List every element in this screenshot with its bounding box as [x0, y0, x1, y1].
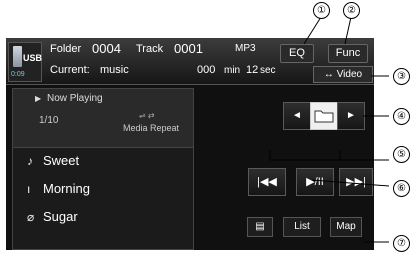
list-button[interactable]: List — [283, 217, 321, 237]
folder-prev-button[interactable]: ◄ — [283, 102, 311, 130]
folder-icon — [314, 110, 334, 123]
callout-6: ⑥ — [393, 180, 410, 197]
folder-icon-button — [310, 102, 338, 130]
folder-number: 0004 — [92, 41, 121, 56]
callout-7: ⑦ — [393, 235, 410, 252]
track-list-panel: ▶ Now Playing 1/10 ⇌ ⇄ Media Repeat ♪ Swe… — [12, 88, 194, 250]
folder-next-button[interactable]: ► — [337, 102, 365, 130]
prev-track-button[interactable]: |◀◀ — [248, 168, 286, 196]
next-track-button[interactable]: ▶▶| — [339, 168, 373, 196]
source-label: USB — [23, 53, 43, 63]
list-item-label: Morning — [43, 181, 90, 196]
play-triangle-icon: ▶ — [35, 94, 42, 103]
callout-2: ② — [343, 2, 360, 19]
play-pause-icon: ▶/II — [306, 176, 324, 188]
elapsed-badge: 0:09 — [11, 71, 25, 78]
callout-4: ④ — [393, 108, 410, 125]
person-icon: ı — [27, 182, 31, 196]
arrow-right-icon: ► — [346, 110, 356, 121]
usb-stick-icon — [13, 46, 22, 67]
format-label: MP3 — [235, 43, 256, 54]
usb-source-badge: USB 0:09 — [8, 42, 42, 82]
list-item-label: Sweet — [43, 153, 80, 168]
eq-button[interactable]: EQ — [280, 44, 314, 63]
music-note-icon: ♪ — [27, 154, 33, 168]
callout-3: ③ — [393, 68, 410, 85]
disc-icon: ⌀ — [27, 210, 35, 224]
repeat-icon: ⇌ ⇄ — [139, 111, 155, 120]
track-label: Track — [136, 43, 164, 55]
callout-5: ⑤ — [393, 146, 410, 163]
time-minutes: 000 — [197, 64, 216, 76]
folder-label: Folder — [50, 43, 82, 55]
skip-forward-icon: ▶▶| — [346, 176, 366, 188]
play-pause-button[interactable]: ▶/II — [296, 168, 334, 196]
status-header: USB 0:09 Folder 0004 Track 0001 MP3 Curr… — [6, 38, 374, 85]
document-icon: ▤ — [255, 221, 265, 232]
track-number: 0001 — [174, 41, 203, 56]
now-playing-box[interactable]: ▶ Now Playing 1/10 ⇌ ⇄ Media Repeat — [13, 89, 193, 148]
list-item-morning[interactable]: ı Morning — [27, 181, 90, 196]
track-count: 1/10 — [39, 115, 59, 126]
arrow-left-icon: ◄ — [292, 110, 302, 121]
repeat-mode: Media Repeat — [123, 123, 180, 133]
video-button[interactable]: ↔ Video — [313, 66, 373, 83]
video-label: Video — [336, 69, 363, 80]
sec-label: sec — [260, 65, 276, 76]
func-button[interactable]: Func — [328, 44, 368, 63]
min-label: min — [224, 65, 241, 76]
map-button[interactable]: Map — [330, 217, 362, 237]
current-label: Current: — [50, 64, 90, 76]
skip-back-icon: |◀◀ — [257, 176, 277, 188]
current-value: music — [100, 64, 129, 76]
swap-arrows-icon: ↔ — [323, 69, 334, 80]
list-item-sugar[interactable]: ⌀ Sugar — [27, 209, 78, 224]
list-item-label: Sugar — [43, 209, 78, 224]
info-button[interactable]: ▤ — [247, 217, 273, 237]
now-playing-title: Now Playing — [47, 93, 103, 104]
callout-1: ① — [313, 2, 330, 19]
time-seconds: 12 — [246, 64, 259, 76]
list-item-sweet[interactable]: ♪ Sweet — [27, 153, 79, 168]
